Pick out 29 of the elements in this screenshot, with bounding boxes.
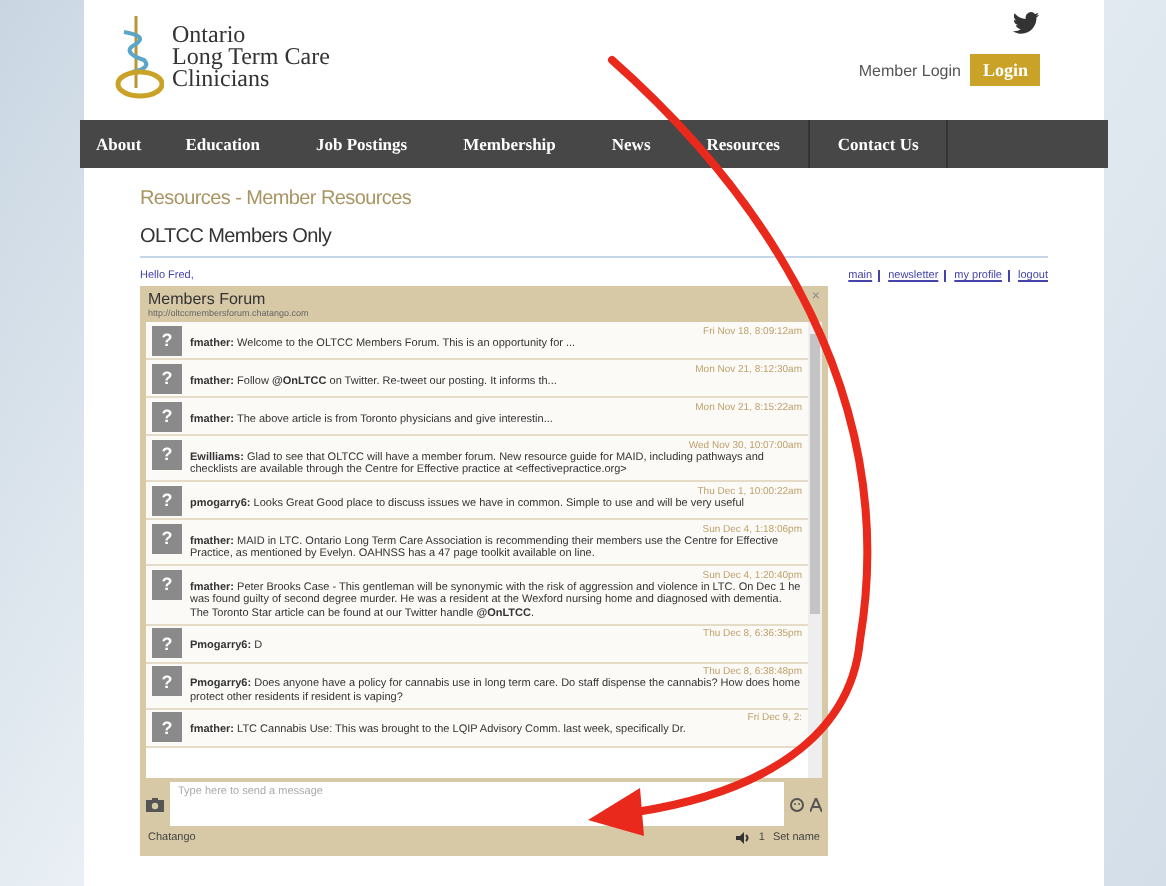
smiley-icon[interactable]	[790, 797, 804, 811]
avatar-icon: ?	[152, 523, 182, 553]
breadcrumb: Resources - Member Resources	[140, 188, 414, 210]
nav-item[interactable]: About	[80, 120, 158, 168]
avatar-icon: ?	[152, 666, 182, 696]
avatar-icon: ?	[152, 401, 182, 431]
page-title: OLTCC Members Only	[140, 226, 1048, 258]
forum-title: Members Forum	[148, 290, 268, 308]
font-style-icon[interactable]	[810, 797, 822, 811]
logo-text: Ontario Long Term Care Clinicians	[172, 24, 330, 90]
avatar-icon: ?	[152, 712, 182, 742]
caduceus-logo-icon	[112, 12, 164, 104]
bird-icon[interactable]	[1012, 12, 1040, 34]
avatar-icon: ?	[152, 325, 182, 355]
member-login-label: Member Login	[858, 61, 961, 79]
nav-item[interactable]: Membership	[435, 120, 584, 168]
avatar-icon: ?	[152, 569, 182, 599]
speaker-icon[interactable]	[736, 832, 751, 844]
nav-item[interactable]: News	[583, 120, 679, 168]
avatar-icon: ?	[152, 439, 182, 469]
camera-icon[interactable]	[146, 797, 164, 811]
nav-item[interactable]: Education	[157, 120, 289, 168]
nav-item[interactable]: Resources	[678, 120, 810, 168]
avatar-icon: ?	[152, 485, 182, 515]
avatar-icon: ?	[152, 628, 182, 658]
scrollbar[interactable]	[808, 322, 822, 778]
avatar-icon: ?	[152, 363, 182, 393]
nav-item[interactable]: Job Postings	[288, 120, 436, 168]
nav-item[interactable]: Contact Us	[809, 120, 949, 168]
